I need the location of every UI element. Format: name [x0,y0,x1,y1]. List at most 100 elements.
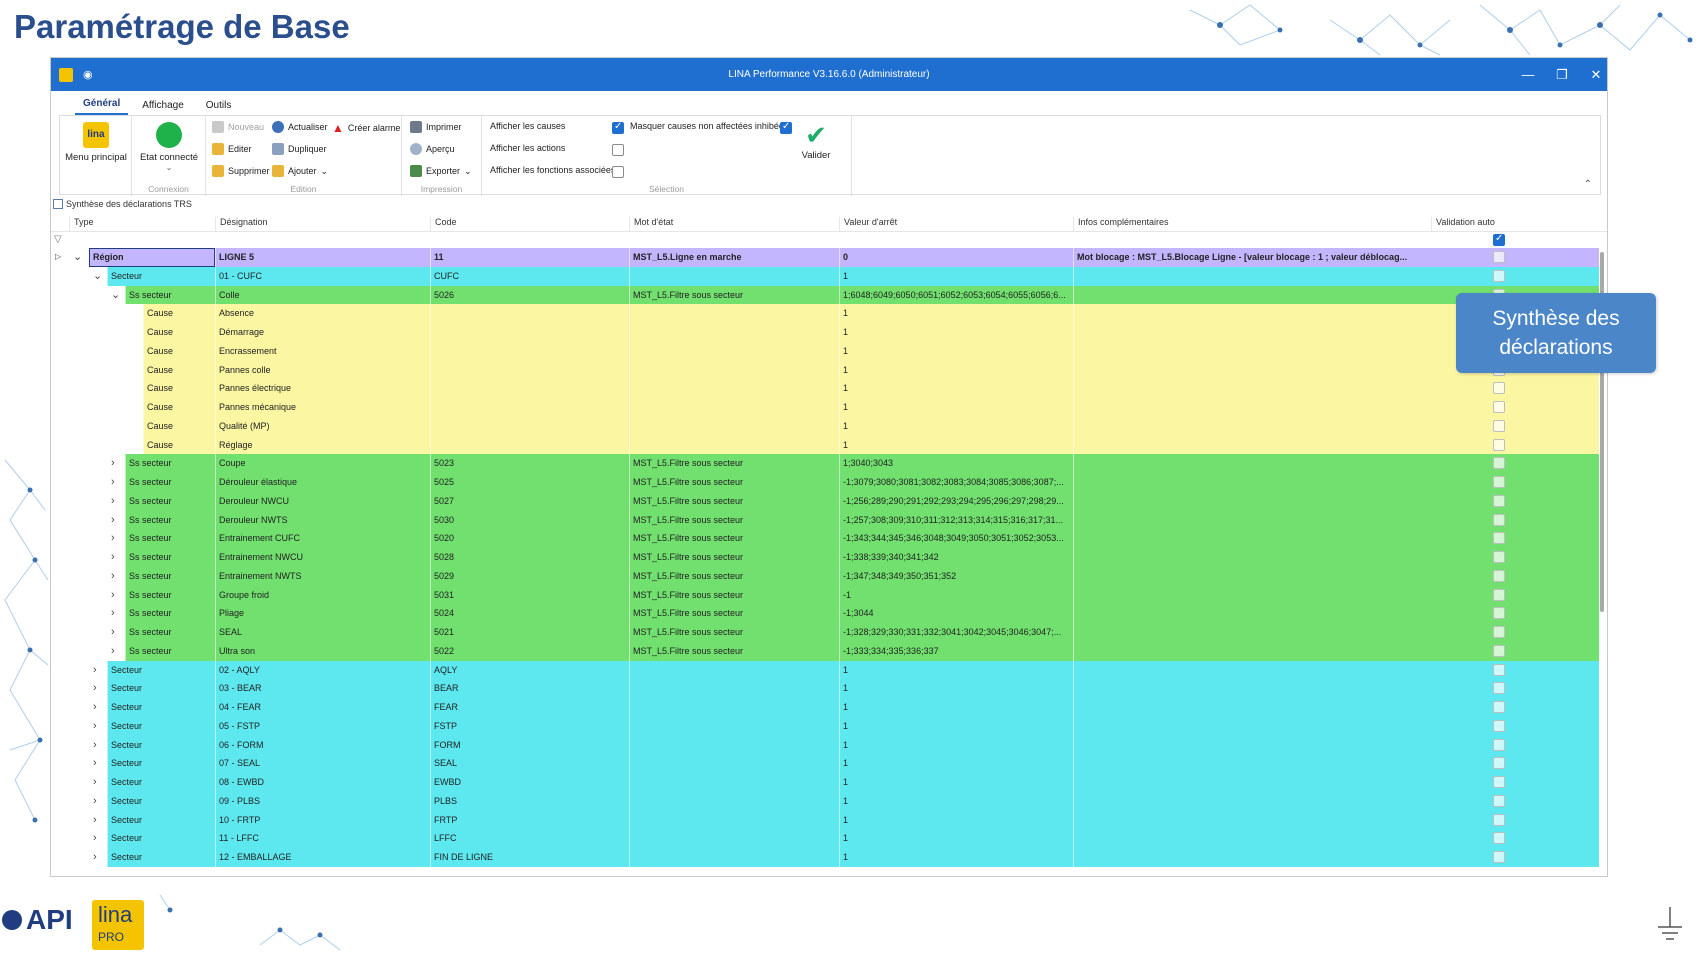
validation-auto-checkbox[interactable] [1493,776,1505,788]
validation-auto-checkbox[interactable] [1493,663,1505,676]
expand-chevron-icon[interactable]: › [93,736,97,755]
table-row[interactable]: › Ss secteur Entrainement CUFC 5020 MST_L5.F… [51,529,1607,548]
validation-auto-checkbox[interactable] [1493,457,1505,470]
expand-chevron-icon[interactable]: › [111,586,115,605]
validation-auto-checkbox[interactable] [1493,476,1505,488]
validation-auto-checkbox[interactable] [1493,644,1505,657]
filter-icon[interactable]: ▽ [54,234,62,245]
table-row[interactable]: › Ss secteur Dérouleur élastique 5025 MST_L5… [51,473,1607,492]
restore-button[interactable]: ❐ [1545,58,1579,91]
column-header-mot-etat[interactable]: Mot d'état [629,217,839,231]
validation-auto-checkbox[interactable] [1493,682,1505,695]
expand-chevron-icon[interactable]: › [111,529,115,548]
supprimer-button[interactable]: Supprimer [212,165,270,177]
masquer-causes-checkbox[interactable] [780,121,792,134]
table-row[interactable]: › Ss secteur Entrainement NWTS 5029 MST_L5.F… [51,566,1607,586]
table-row[interactable]: › Ss secteur Derouleur NWCU 5027 MST_L5.Filt… [51,491,1607,511]
expand-chevron-icon[interactable]: › [111,604,115,623]
apercu-button[interactable]: Aperçu [410,143,455,155]
afficher-causes-checkbox[interactable] [612,121,624,134]
afficher-fonctions-checkbox[interactable] [612,166,624,178]
tab-affichage[interactable]: Affichage [134,100,192,115]
table-row[interactable]: › Ss secteur Coupe 5023 MST_L5.Filtre sous s… [51,454,1607,473]
validation-auto-checkbox[interactable] [1493,588,1505,601]
table-row[interactable]: › Secteur 11 - LFFC LFFC 1 [51,829,1607,848]
validation-auto-checkbox[interactable] [1493,551,1505,563]
validation-auto-filter-checkbox[interactable] [1493,233,1505,246]
ajouter-button[interactable]: Ajouter ⌄ [272,165,328,177]
tab-outils[interactable]: Outils [198,100,240,115]
table-row[interactable]: Cause Pannes colle 1 [51,360,1607,380]
table-row[interactable]: Cause Qualité (MP) 1 [51,416,1607,436]
column-header-designation[interactable]: Désignation [215,217,403,231]
table-row[interactable]: › Secteur 12 - EMBALLAGE FIN DE LIGNE 1 [51,848,1607,867]
table-row[interactable]: › Secteur 10 - FRTP FRTP 1 [51,810,1607,830]
close-button[interactable]: ✕ [1579,58,1607,91]
table-row[interactable]: › Secteur 08 - EWBD EWBD 1 [51,773,1607,792]
table-row[interactable]: › Secteur 05 - FSTP FSTP 1 [51,716,1607,736]
table-row[interactable]: ▷ ⌄ Région LIGNE 5 11 MST_L5.Ligne en marche 0… [51,248,1607,267]
expand-chevron-icon[interactable]: › [111,623,115,642]
table-row[interactable]: › Ss secteur Groupe froid 5031 MST_L5.Filtre… [51,585,1607,605]
table-row[interactable]: › Ss secteur Ultra son 5022 MST_L5.Filtre so… [51,641,1607,661]
minimize-button[interactable]: — [1511,58,1545,91]
table-row[interactable]: › Secteur 07 - SEAL SEAL 1 [51,754,1607,773]
table-row[interactable]: ⌄ Ss secteur Colle 5026 MST_L5.Filtre sous s… [51,285,1607,305]
expand-chevron-icon[interactable]: › [93,717,97,736]
expand-chevron-icon[interactable]: › [93,829,97,848]
column-header-validation-auto[interactable]: Validation auto [1431,217,1591,231]
editer-button[interactable]: Editer [212,143,252,155]
expand-chevron-icon[interactable]: › [111,511,115,530]
validation-auto-checkbox[interactable] [1493,269,1505,282]
table-row[interactable]: Cause Encrassement 1 [51,341,1607,361]
expand-chevron-icon[interactable]: › [111,642,115,661]
expand-chevron-icon[interactable]: › [93,661,97,680]
validation-auto-checkbox[interactable] [1493,757,1505,770]
validation-auto-checkbox[interactable] [1493,438,1505,451]
validation-auto-checkbox[interactable] [1493,701,1505,713]
table-row[interactable]: › Secteur 04 - FEAR FEAR 1 [51,698,1607,717]
expand-chevron-icon[interactable]: › [93,679,97,698]
expand-chevron-icon[interactable]: › [93,698,97,717]
validation-auto-checkbox[interactable] [1493,569,1505,582]
exporter-button[interactable]: Exporter ⌄ [410,165,472,177]
table-row[interactable]: › Secteur 06 - FORM FORM 1 [51,735,1607,755]
validation-auto-checkbox[interactable] [1493,813,1505,826]
table-row[interactable]: ⌄ Secteur 01 - CUFC CUFC 1 [51,266,1607,286]
collapse-chevron-icon[interactable]: ⌄ [111,286,120,305]
expand-chevron-icon[interactable]: › [93,773,97,792]
column-header-code[interactable]: Code [430,217,618,231]
validation-auto-checkbox[interactable] [1493,719,1505,732]
expand-chevron-icon[interactable]: › [93,848,97,867]
nouveau-button[interactable]: Nouveau [212,121,264,133]
table-row[interactable]: Cause Pannes électrique 1 [51,379,1607,398]
validation-auto-checkbox[interactable] [1493,738,1505,751]
collapse-ribbon-icon[interactable]: ⌃ [1584,179,1592,190]
table-row[interactable]: › Ss secteur SEAL 5021 MST_L5.Filtre sous se… [51,623,1607,642]
expand-chevron-icon[interactable]: › [111,473,115,492]
validation-auto-checkbox[interactable] [1493,251,1505,263]
table-row[interactable]: › Secteur 02 - AQLY AQLY 1 [51,660,1607,680]
etat-connecte-button[interactable]: Etat connecté ⌄ [136,122,202,172]
table-row[interactable]: Cause Démarrage 1 [51,323,1607,342]
table-row[interactable]: Cause Absence 1 [51,304,1607,323]
expand-chevron-icon[interactable]: › [111,454,115,473]
validation-auto-checkbox[interactable] [1493,494,1505,507]
validation-auto-checkbox[interactable] [1493,626,1505,638]
table-row[interactable]: › Ss secteur Entrainement NWCU 5028 MST_L5.F… [51,548,1607,567]
expand-chevron-icon[interactable]: › [111,567,115,586]
table-row[interactable]: › Secteur 03 - BEAR BEAR 1 [51,679,1607,698]
dupliquer-button[interactable]: Dupliquer [272,143,327,155]
pin-icon[interactable]: ◉ [83,68,93,81]
expand-chevron-icon[interactable]: › [93,792,97,811]
menu-principal-button[interactable]: lina Menu principal [64,122,128,163]
validation-auto-checkbox[interactable] [1493,832,1505,845]
expand-chevron-icon[interactable]: › [111,492,115,511]
table-row[interactable]: › Ss secteur Pliage 5024 MST_L5.Filtre sous … [51,604,1607,623]
table-row[interactable]: Cause Réglage 1 [51,435,1607,455]
expand-chevron-icon[interactable]: › [93,811,97,830]
validation-auto-checkbox[interactable] [1493,851,1505,863]
table-row[interactable]: › Secteur 09 - PLBS PLBS 1 [51,791,1607,811]
table-row[interactable]: Cause Pannes mécanique 1 [51,398,1607,417]
expand-chevron-icon[interactable]: › [93,754,97,773]
